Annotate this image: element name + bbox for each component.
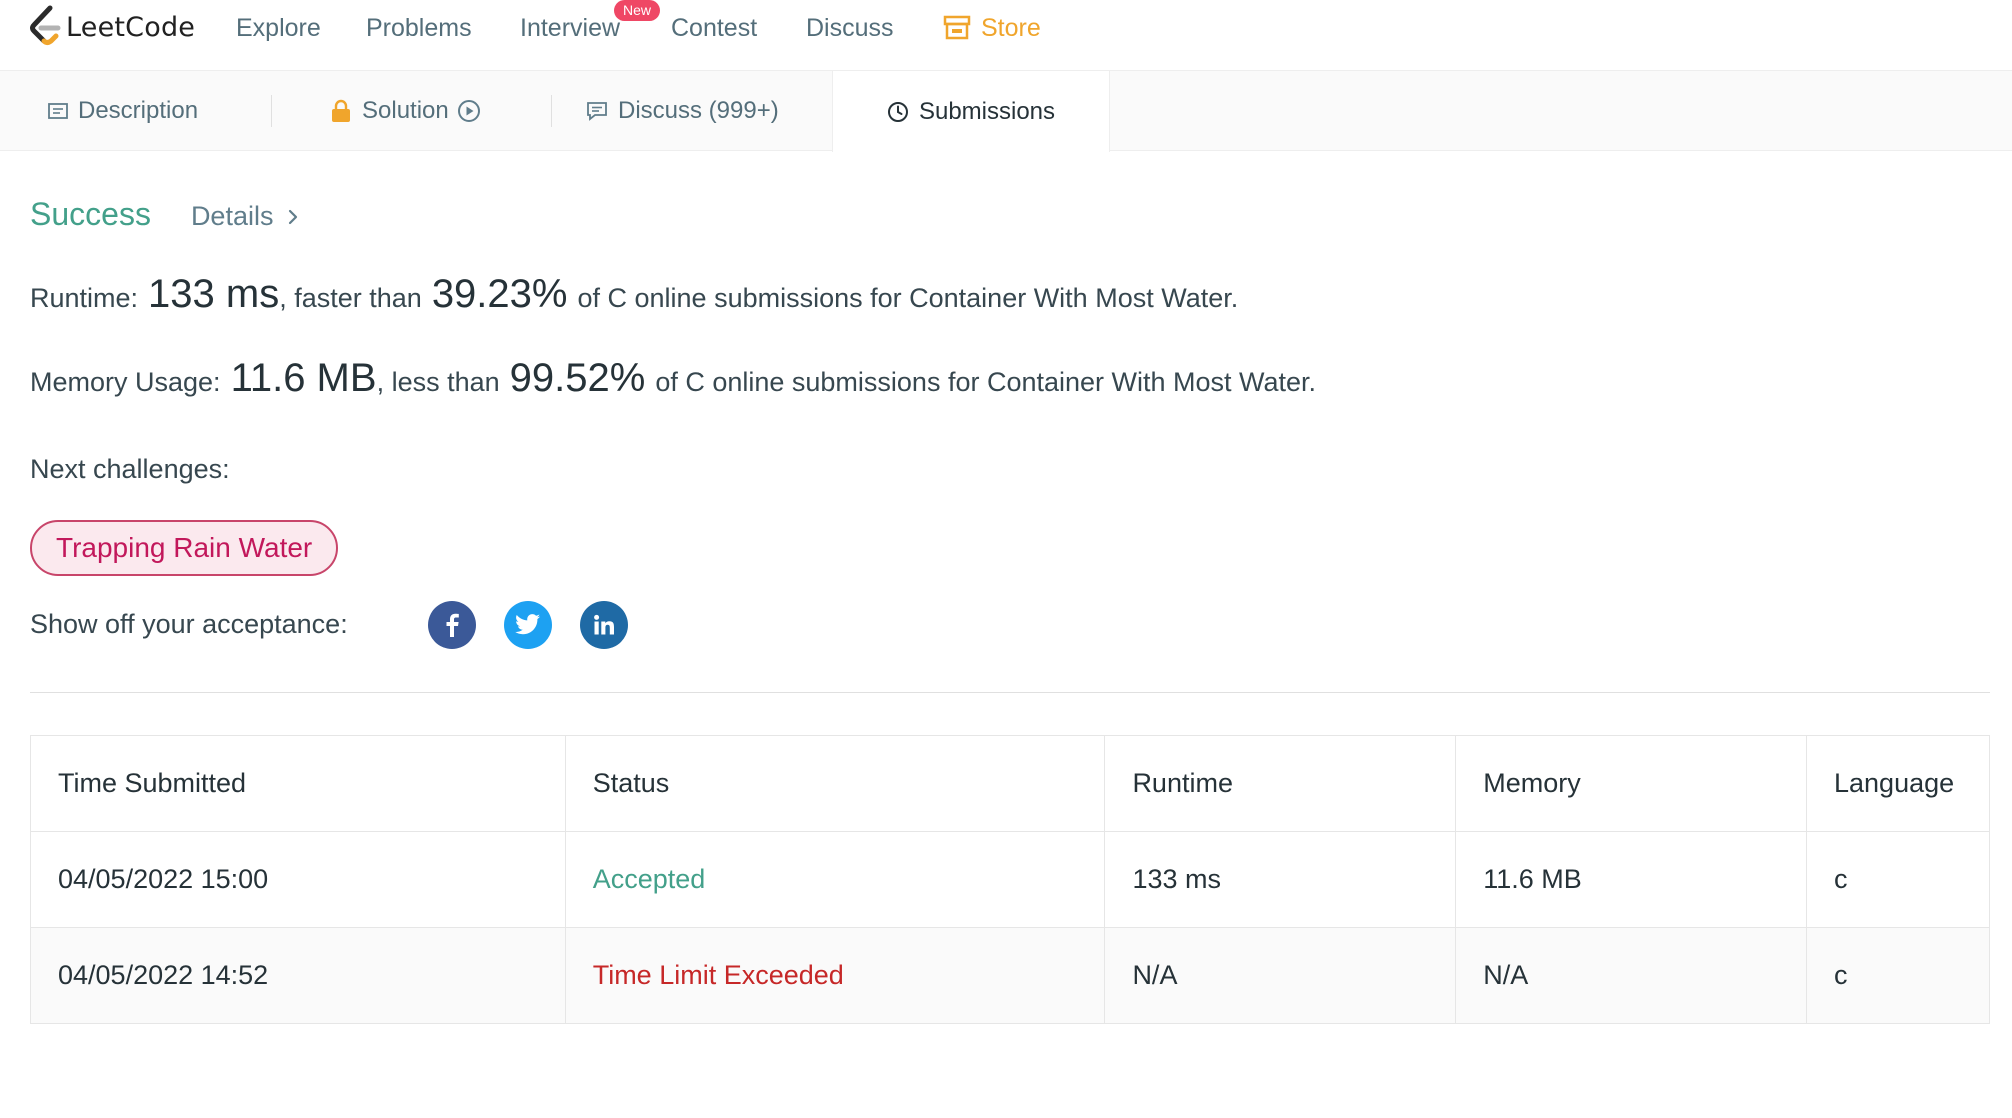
brand-name: LeetCode — [66, 11, 196, 43]
runtime-context: of C online submissions for Container Wi… — [577, 283, 1239, 313]
challenge-trapping-rain-water[interactable]: Trapping Rain Water — [30, 520, 339, 576]
problem-tabs: Description Solution Discuss (999+) Subm… — [0, 71, 2012, 152]
runtime-value: 133 ms — [148, 272, 280, 316]
cell-memory: N/A — [1455, 927, 1807, 1024]
result-status: Success — [30, 196, 151, 232]
table-row: 04/05/2022 15:00 Accepted 133 ms 11.6 MB… — [30, 831, 1990, 928]
top-navigation: LeetCode Explore Problems Interview New … — [0, 0, 2012, 71]
cell-time-submitted: 04/05/2022 15:00 — [30, 831, 566, 928]
section-divider — [30, 692, 1990, 693]
store-icon — [943, 15, 971, 40]
nav-discuss[interactable]: Discuss — [806, 12, 894, 44]
submissions-table: Time Submitted Status Runtime Memory Lan… — [30, 735, 1990, 1024]
nav-contest[interactable]: Contest — [671, 12, 757, 44]
header-memory: Memory — [1455, 735, 1807, 832]
details-link[interactable]: Details — [191, 201, 300, 232]
runtime-comparison: , faster than — [279, 283, 422, 313]
lock-icon — [330, 99, 352, 123]
header-time-submitted: Time Submitted — [30, 735, 566, 832]
cell-language: c — [1806, 927, 1990, 1024]
new-badge: New — [614, 0, 661, 21]
cell-memory: 11.6 MB — [1455, 831, 1807, 928]
runtime-percentile: 39.23% — [431, 272, 568, 316]
clock-icon — [887, 101, 909, 123]
tab-solution-label: Solution — [362, 97, 449, 124]
tab-description-label: Description — [78, 97, 199, 124]
nav-explore[interactable]: Explore — [236, 12, 321, 44]
cell-runtime: N/A — [1104, 927, 1457, 1024]
runtime-summary: Runtime: 133 ms , faster than 39.23% of … — [30, 272, 1238, 317]
description-icon — [48, 102, 68, 120]
nav-store-label: Store — [981, 14, 1041, 42]
cell-language: c — [1806, 831, 1990, 928]
memory-comparison: , less than — [376, 367, 500, 397]
cell-status-link[interactable]: Accepted — [564, 831, 1106, 928]
tab-discuss-label: Discuss (999+) — [618, 97, 779, 124]
nav-problems[interactable]: Problems — [366, 12, 472, 44]
tab-divider — [551, 95, 552, 127]
tab-description[interactable]: Description — [48, 71, 198, 151]
comment-icon — [586, 101, 608, 121]
memory-percentile: 99.52% — [509, 356, 646, 400]
tab-submissions[interactable]: Submissions — [832, 71, 1110, 152]
details-label: Details — [190, 201, 274, 231]
nav-interview[interactable]: Interview — [520, 12, 620, 44]
nav-store[interactable]: Store — [943, 12, 1041, 44]
header-runtime: Runtime — [1104, 735, 1457, 832]
cell-time-submitted: 04/05/2022 14:52 — [30, 927, 566, 1024]
cell-runtime: 133 ms — [1104, 831, 1457, 928]
memory-label: Memory Usage: — [30, 367, 221, 397]
leetcode-logo-icon — [30, 5, 61, 45]
facebook-icon[interactable] — [428, 601, 476, 649]
table-header-row: Time Submitted Status Runtime Memory Lan… — [30, 735, 1990, 832]
runtime-label: Runtime: — [30, 283, 139, 313]
tab-submissions-label: Submissions — [918, 97, 1056, 125]
tab-solution[interactable]: Solution — [330, 71, 481, 151]
leetcode-logo[interactable]: LeetCode — [28, 4, 195, 50]
table-row: 04/05/2022 14:52 Time Limit Exceeded N/A… — [30, 927, 1990, 1024]
header-language: Language — [1806, 735, 1990, 832]
tab-divider — [271, 95, 272, 127]
memory-value: 11.6 MB — [230, 356, 377, 400]
next-challenges-label: Next challenges: — [30, 454, 230, 484]
twitter-icon[interactable] — [504, 601, 552, 649]
chevron-right-icon — [289, 209, 298, 224]
result-header: Success Details — [30, 196, 299, 233]
memory-context: of C online submissions for Container Wi… — [655, 367, 1317, 397]
header-status: Status — [564, 735, 1106, 832]
tab-discuss[interactable]: Discuss (999+) — [586, 71, 779, 151]
linkedin-icon[interactable] — [580, 601, 628, 649]
memory-summary: Memory Usage: 11.6 MB , less than 99.52%… — [30, 356, 1316, 401]
play-circle-icon — [457, 99, 481, 123]
cell-status-link[interactable]: Time Limit Exceeded — [564, 927, 1106, 1024]
share-label: Show off your acceptance: — [30, 609, 348, 639]
